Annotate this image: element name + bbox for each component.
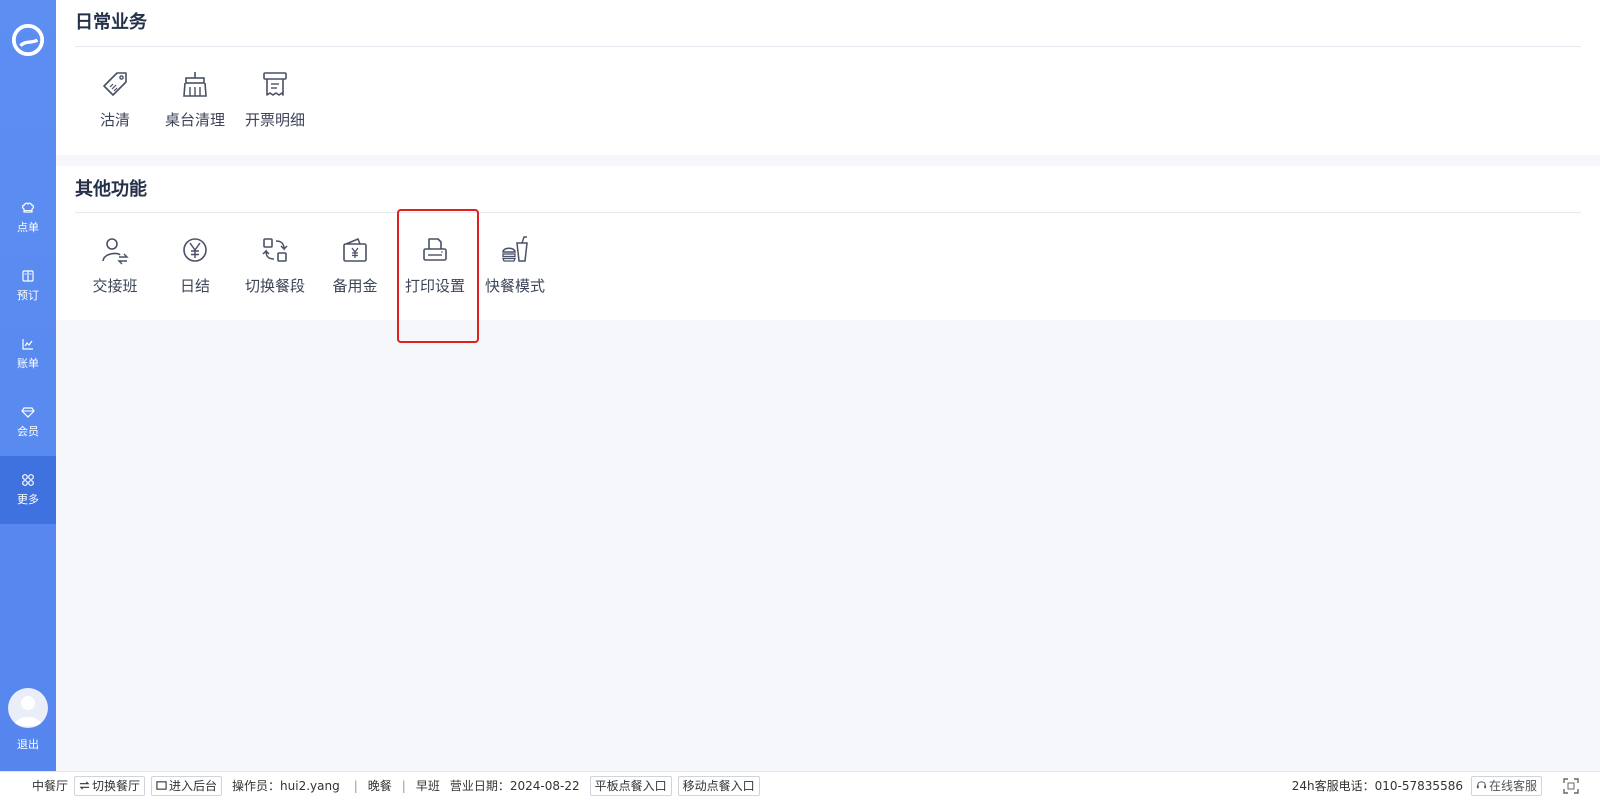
tile-invoice-details[interactable]: 开票明细	[235, 47, 315, 130]
section-title: 日常业务	[75, 0, 1581, 47]
tile-sold-out[interactable]: 沽清	[75, 47, 155, 130]
main-content: 日常业务 沽清 桌台清理 开票明细 其他功能 交接班 日结 切换餐段 备用金 打…	[56, 0, 1600, 771]
chef-hat-icon	[21, 202, 35, 213]
receipt-icon	[263, 72, 287, 96]
sidebar-nav: 点单 预订 账单 会员 更多	[0, 184, 56, 524]
swap-icon	[79, 781, 90, 790]
tile-switch-meal-period[interactable]: 切换餐段	[235, 213, 315, 296]
restaurant-name: 中餐厅	[32, 779, 69, 793]
diamond-icon	[21, 407, 35, 418]
service-hotline: 24h客服电话：010-57835586	[1291, 779, 1463, 793]
tile-label: 备用金	[332, 277, 378, 295]
sidebar-item-order[interactable]: 点单	[0, 184, 56, 252]
headset-icon	[1476, 781, 1487, 789]
tile-list: 交接班 日结 切换餐段 备用金 打印设置 快餐模式	[75, 213, 1581, 296]
user-avatar-icon	[14, 696, 42, 726]
shift-name: 早班	[415, 779, 440, 793]
logout-button[interactable]: 退出	[0, 736, 56, 752]
switch-restaurant-button[interactable]: 切换餐厅	[74, 775, 146, 796]
status-bar: 中餐厅 切换餐厅 进入后台 操作员：hui2.yang | 晚餐 | 早班 营业…	[0, 771, 1600, 799]
tile-label: 打印设置	[404, 277, 465, 295]
fullscreen-icon[interactable]	[1562, 777, 1580, 795]
app-window: 点单 预订 账单 会员 更多 退出 日常业务 沽清 桌台清理 开票明细 其他功能…	[0, 0, 1600, 799]
switch-restaurant-label: 切换餐厅	[92, 778, 141, 793]
mobile-order-entry-button[interactable]: 移动点餐入口	[677, 775, 760, 796]
sidebar-item-members[interactable]: 会员	[0, 388, 56, 456]
tile-label: 日结	[179, 277, 210, 295]
sidebar-item-bills[interactable]: 账单	[0, 320, 56, 388]
section-title: 其他功能	[75, 166, 1581, 213]
section-daily-business: 日常业务 沽清 桌台清理 开票明细	[56, 0, 1600, 155]
section-other-functions: 其他功能 交接班 日结 切换餐段 备用金 打印设置 快餐模式	[56, 166, 1600, 320]
brand-logo-icon	[10, 22, 46, 58]
window-icon	[156, 781, 167, 790]
tile-fast-food-mode[interactable]: 快餐模式	[475, 213, 555, 296]
yen-circle-icon	[183, 238, 207, 262]
operator-info: 操作员：hui2.yang	[232, 779, 340, 793]
fast-food-icon	[502, 236, 528, 262]
switch-icon	[262, 238, 288, 262]
divider: |	[401, 778, 406, 793]
sidebar-item-reservation[interactable]: 预订	[0, 252, 56, 320]
sidebar-item-label: 会员	[17, 425, 39, 438]
avatar[interactable]	[8, 688, 48, 728]
sidebar-item-more[interactable]: 更多	[0, 456, 56, 524]
sidebar: 点单 预订 账单 会员 更多 退出	[0, 0, 56, 771]
tile-label: 桌台清理	[164, 111, 225, 129]
divider: |	[353, 778, 358, 793]
book-icon	[22, 270, 34, 282]
tile-label: 交接班	[92, 277, 138, 295]
meal-period: 晚餐	[367, 779, 392, 793]
sidebar-item-label: 预订	[17, 289, 39, 302]
business-date: 营业日期：2024-08-22	[449, 779, 580, 793]
sidebar-item-label: 更多	[17, 493, 39, 506]
broom-icon	[183, 72, 207, 97]
tile-table-cleanup[interactable]: 桌台清理	[155, 47, 235, 130]
tile-list: 沽清 桌台清理 开票明细	[75, 47, 1581, 130]
status-bar-right: 24h客服电话：010-57835586 在线客服	[1291, 775, 1600, 796]
tile-label: 快餐模式	[484, 277, 545, 295]
printer-icon	[423, 238, 447, 261]
enter-backend-button[interactable]: 进入后台	[151, 775, 223, 796]
tile-label: 切换餐段	[244, 277, 305, 295]
shift-handover-icon	[102, 238, 129, 265]
grid-icon	[22, 474, 34, 486]
chart-icon	[22, 339, 33, 350]
tile-shift-handover[interactable]: 交接班	[75, 213, 155, 296]
online-service-label: 在线客服	[1488, 778, 1537, 793]
status-bar-left: 中餐厅 切换餐厅 进入后台 操作员：hui2.yang | 晚餐 | 早班 营业…	[0, 775, 760, 796]
tile-print-settings[interactable]: 打印设置	[395, 213, 475, 296]
tile-label: 开票明细	[244, 111, 305, 129]
wallet-yen-icon	[343, 238, 367, 262]
sidebar-item-label: 点单	[17, 221, 39, 234]
online-service-button[interactable]: 在线客服	[1470, 775, 1542, 796]
tile-daily-settlement[interactable]: 日结	[155, 213, 235, 296]
enter-backend-label: 进入后台	[169, 778, 218, 793]
sidebar-item-label: 账单	[17, 357, 39, 370]
tag-icon	[103, 72, 127, 96]
tablet-order-entry-button[interactable]: 平板点餐入口	[589, 775, 672, 796]
tile-petty-cash[interactable]: 备用金	[315, 213, 395, 296]
tile-label: 沽清	[99, 111, 130, 129]
